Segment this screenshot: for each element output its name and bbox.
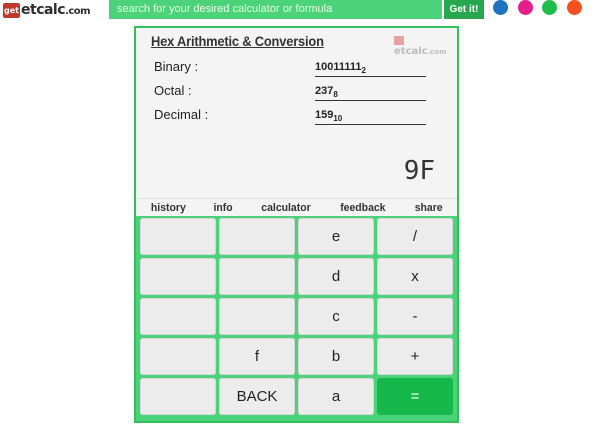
logo-text: etcalc.com xyxy=(21,2,91,18)
brand-dotcom: .com xyxy=(427,48,447,56)
key-blank[interactable] xyxy=(140,218,216,255)
key-c[interactable]: c xyxy=(298,298,374,335)
brand-name: etcalc xyxy=(394,46,428,57)
calculator-brand-logo: etcalc.com xyxy=(394,35,457,57)
key-d[interactable]: d xyxy=(298,258,374,295)
tab-share[interactable]: share xyxy=(415,202,443,214)
key-blank[interactable] xyxy=(219,298,295,335)
theme-green-button[interactable] xyxy=(542,0,557,15)
tab-info[interactable]: info xyxy=(214,202,233,214)
key-blank[interactable] xyxy=(219,258,295,295)
key-blank[interactable] xyxy=(140,258,216,295)
binary-base: 2 xyxy=(361,66,366,76)
tab-feedback[interactable]: feedback xyxy=(341,202,386,214)
key-add[interactable]: + xyxy=(377,338,453,375)
logo-dotcom: .com xyxy=(65,6,91,17)
decimal-digits: 159 xyxy=(315,109,334,121)
tab-calculator[interactable]: calculator xyxy=(262,202,311,214)
logo-name: etcalc xyxy=(21,2,66,18)
theme-blue-button[interactable] xyxy=(493,0,508,15)
calculator-display: Hex Arithmetic & Conversion etcalc.com B… xyxy=(136,28,457,198)
binary-label: Binary : xyxy=(154,59,199,74)
key-blank[interactable] xyxy=(140,298,216,335)
decimal-label: Decimal : xyxy=(154,107,209,122)
key-divide[interactable]: / xyxy=(377,218,453,255)
brand-mark-icon xyxy=(394,35,404,45)
key-a[interactable]: a xyxy=(298,378,374,415)
calculator-tabs: history info calculator feedback share xyxy=(136,198,457,216)
key-back[interactable]: BACK xyxy=(219,378,295,415)
calculator-title: Hex Arithmetic & Conversion xyxy=(151,33,324,49)
top-bar: get etcalc.com search for your desired c… xyxy=(0,0,602,20)
theme-pink-button[interactable] xyxy=(518,0,533,15)
keypad: e / d x c - f b + BACK a = xyxy=(136,216,457,421)
getcalc-logo[interactable]: get etcalc.com xyxy=(3,1,91,19)
decimal-value: 15910 xyxy=(315,109,426,126)
calculator: Hex Arithmetic & Conversion etcalc.com B… xyxy=(134,26,459,423)
octal-base: 8 xyxy=(333,90,338,100)
key-blank[interactable] xyxy=(140,338,216,375)
key-subtract[interactable]: - xyxy=(377,298,453,335)
binary-digits: 10011111 xyxy=(315,61,362,73)
octal-value: 2378 xyxy=(315,85,426,102)
hex-result: 9F xyxy=(403,156,435,186)
key-e[interactable]: e xyxy=(298,218,374,255)
key-f[interactable]: f xyxy=(219,338,295,375)
octal-digits: 237 xyxy=(315,85,334,97)
decimal-base: 10 xyxy=(333,114,343,124)
octal-label: Octal : xyxy=(154,83,192,98)
binary-value: 100111112 xyxy=(315,61,426,78)
tab-history[interactable]: history xyxy=(150,202,185,214)
key-blank[interactable] xyxy=(219,218,295,255)
key-blank[interactable] xyxy=(140,378,216,415)
logo-mark-icon: get xyxy=(3,2,20,18)
key-equals[interactable]: = xyxy=(377,378,453,415)
theme-orange-button[interactable] xyxy=(567,0,582,15)
key-multiply[interactable]: x xyxy=(377,258,453,295)
key-b[interactable]: b xyxy=(298,338,374,375)
search-input[interactable]: search for your desired calculator or fo… xyxy=(109,0,442,19)
search-button[interactable]: Get it! xyxy=(444,0,484,19)
